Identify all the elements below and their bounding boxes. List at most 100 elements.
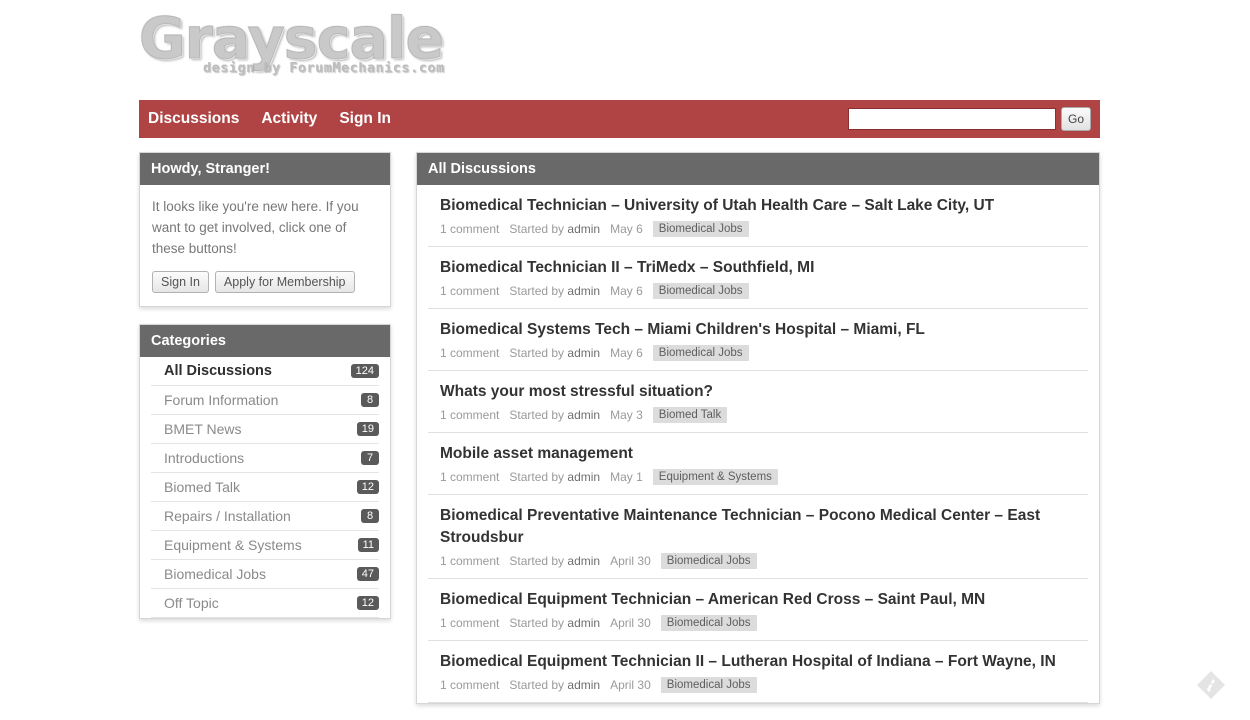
discussion-category-tag[interactable]: Equipment & Systems bbox=[652, 469, 778, 485]
discussion-author-link[interactable]: admin bbox=[567, 222, 600, 236]
category-count-badge: 124 bbox=[350, 364, 379, 378]
discussion-author-link[interactable]: admin bbox=[567, 554, 600, 568]
discussion-author-link[interactable]: admin bbox=[567, 284, 600, 298]
discussion-category-tag[interactable]: Biomedical Jobs bbox=[652, 345, 749, 361]
discussion-author-wrap: Started by admin bbox=[509, 408, 600, 422]
started-by-label: Started by bbox=[509, 408, 565, 422]
discussion-author-wrap: Started by admin bbox=[509, 554, 600, 568]
discussion-author-wrap: Started by admin bbox=[509, 284, 600, 298]
discussion-category-tag[interactable]: Biomedical Jobs bbox=[652, 283, 749, 299]
discussion-comment-count: 1 comment bbox=[440, 222, 500, 236]
started-by-label: Started by bbox=[509, 470, 565, 484]
category-label: Off Topic bbox=[164, 595, 219, 611]
discussion-meta: 1 comment Started by admin May 6 Biomedical… bbox=[440, 221, 1088, 237]
discussion-row[interactable]: Whats your most stressful situation? 1 co… bbox=[428, 371, 1088, 433]
category-count-badge: 11 bbox=[357, 538, 379, 552]
discussion-row[interactable]: Biomedical Equipment Technician II – Lut… bbox=[428, 641, 1088, 703]
category-item[interactable]: Biomedical Jobs 47 bbox=[151, 560, 379, 589]
nav-links: Discussions Activity Sign In bbox=[139, 110, 391, 128]
started-by-label: Started by bbox=[509, 678, 565, 692]
discussion-row[interactable]: Biomedical Systems Tech – Miami Children… bbox=[428, 309, 1088, 371]
forum-page: Grayscale design by ForumMechanics.com D… bbox=[0, 0, 1250, 720]
sign-in-button[interactable]: Sign In bbox=[152, 271, 209, 293]
discussion-title[interactable]: Biomedical Systems Tech – Miami Children… bbox=[440, 319, 1088, 341]
discussion-row[interactable]: Biomedical Technician – University of Ut… bbox=[428, 185, 1088, 247]
discussion-title[interactable]: Biomedical Equipment Technician – Americ… bbox=[440, 589, 1088, 611]
discussion-meta: 1 comment Started by admin April 30 Biomedi… bbox=[440, 677, 1088, 693]
started-by-label: Started by bbox=[509, 222, 565, 236]
category-label: BMET News bbox=[164, 421, 242, 437]
sidebar: Howdy, Stranger! It looks like you're ne… bbox=[139, 152, 391, 619]
started-by-label: Started by bbox=[509, 616, 565, 630]
discussion-author-wrap: Started by admin bbox=[509, 616, 600, 630]
discussion-category-tag[interactable]: Biomedical Jobs bbox=[660, 677, 757, 693]
category-label: Forum Information bbox=[164, 392, 279, 408]
category-item[interactable]: Equipment & Systems 11 bbox=[151, 531, 379, 560]
discussion-date: April 30 bbox=[610, 616, 651, 630]
discussion-meta: 1 comment Started by admin May 1 Equipment … bbox=[440, 469, 1088, 485]
discussion-date: May 6 bbox=[610, 346, 643, 360]
discussion-author-wrap: Started by admin bbox=[509, 470, 600, 484]
categories-list: All Discussions 124 Forum Information 8 BMET… bbox=[140, 357, 390, 618]
category-item[interactable]: Biomed Talk 12 bbox=[151, 473, 379, 502]
discussion-title[interactable]: Mobile asset management bbox=[440, 443, 1088, 465]
all-discussions-panel: All Discussions Biomedical Technician – … bbox=[416, 152, 1100, 704]
discussion-comment-count: 1 comment bbox=[440, 616, 500, 630]
search-go-button[interactable]: Go bbox=[1060, 107, 1091, 131]
discussion-title[interactable]: Biomedical Equipment Technician II – Lut… bbox=[440, 651, 1088, 673]
discussion-comment-count: 1 comment bbox=[440, 346, 500, 360]
category-count-badge: 12 bbox=[356, 480, 379, 494]
category-count-badge: 19 bbox=[356, 422, 379, 436]
discussion-meta: 1 comment Started by admin April 30 Biomedi… bbox=[440, 615, 1088, 631]
discussion-author-link[interactable]: admin bbox=[567, 616, 600, 630]
discussion-author-wrap: Started by admin bbox=[509, 222, 600, 236]
discussion-date: May 1 bbox=[610, 470, 643, 484]
categories-panel: Categories All Discussions 124 Forum Infor… bbox=[139, 324, 391, 619]
discussion-meta: 1 comment Started by admin May 6 Biomedical… bbox=[440, 283, 1088, 299]
feedly-rss-icon[interactable] bbox=[1194, 668, 1228, 702]
discussion-category-tag[interactable]: Biomedical Jobs bbox=[660, 615, 757, 631]
nav-item-activity[interactable]: Activity bbox=[261, 110, 317, 128]
discussions-list: Biomedical Technician – University of Ut… bbox=[417, 185, 1099, 703]
discussion-row[interactable]: Biomedical Technician II – TriMedx – Sou… bbox=[428, 247, 1088, 309]
discussion-category-tag[interactable]: Biomedical Jobs bbox=[660, 553, 757, 569]
discussion-row[interactable]: Biomedical Preventative Maintenance Tech… bbox=[428, 495, 1088, 579]
category-label: Biomedical Jobs bbox=[164, 566, 266, 582]
discussion-title[interactable]: Whats your most stressful situation? bbox=[440, 381, 1088, 403]
discussion-author-link[interactable]: admin bbox=[567, 408, 600, 422]
discussion-row[interactable]: Biomedical Equipment Technician – Americ… bbox=[428, 579, 1088, 641]
discussion-meta: 1 comment Started by admin May 6 Biomedical… bbox=[440, 345, 1088, 361]
search-input[interactable] bbox=[847, 108, 1056, 130]
discussion-title[interactable]: Biomedical Technician II – TriMedx – Sou… bbox=[440, 257, 1088, 279]
discussion-date: April 30 bbox=[610, 678, 651, 692]
discussion-comment-count: 1 comment bbox=[440, 554, 500, 568]
discussion-title[interactable]: Biomedical Technician – University of Ut… bbox=[440, 195, 1088, 217]
discussion-date: May 3 bbox=[610, 408, 643, 422]
category-item[interactable]: All Discussions 124 bbox=[151, 357, 379, 386]
discussion-author-wrap: Started by admin bbox=[509, 678, 600, 692]
category-item[interactable]: Off Topic 12 bbox=[151, 589, 379, 618]
discussion-author-link[interactable]: admin bbox=[567, 678, 600, 692]
discussion-title[interactable]: Biomedical Preventative Maintenance Tech… bbox=[440, 505, 1088, 549]
discussion-comment-count: 1 comment bbox=[440, 284, 500, 298]
main-content: All Discussions Biomedical Technician – … bbox=[416, 152, 1100, 720]
category-count-badge: 12 bbox=[356, 596, 379, 610]
category-item[interactable]: BMET News 19 bbox=[151, 415, 379, 444]
howdy-panel: Howdy, Stranger! It looks like you're ne… bbox=[139, 152, 391, 307]
discussion-author-link[interactable]: admin bbox=[567, 470, 600, 484]
discussion-category-tag[interactable]: Biomed Talk bbox=[652, 407, 728, 423]
started-by-label: Started by bbox=[509, 554, 565, 568]
started-by-label: Started by bbox=[509, 346, 565, 360]
discussion-author-link[interactable]: admin bbox=[567, 346, 600, 360]
category-item[interactable]: Introductions 7 bbox=[151, 444, 379, 473]
discussion-row[interactable]: Mobile asset management 1 comment Started … bbox=[428, 433, 1088, 495]
discussion-category-tag[interactable]: Biomedical Jobs bbox=[652, 221, 749, 237]
category-item[interactable]: Repairs / Installation 8 bbox=[151, 502, 379, 531]
category-item[interactable]: Forum Information 8 bbox=[151, 386, 379, 415]
apply-for-membership-button[interactable]: Apply for Membership bbox=[214, 271, 355, 293]
category-count-badge: 8 bbox=[361, 509, 379, 523]
site-logo[interactable]: Grayscale design by ForumMechanics.com bbox=[139, 8, 659, 96]
nav-item-discussions[interactable]: Discussions bbox=[148, 110, 239, 128]
discussion-meta: 1 comment Started by admin May 3 Biomed Tal… bbox=[440, 407, 1088, 423]
nav-item-sign-in[interactable]: Sign In bbox=[339, 110, 391, 128]
